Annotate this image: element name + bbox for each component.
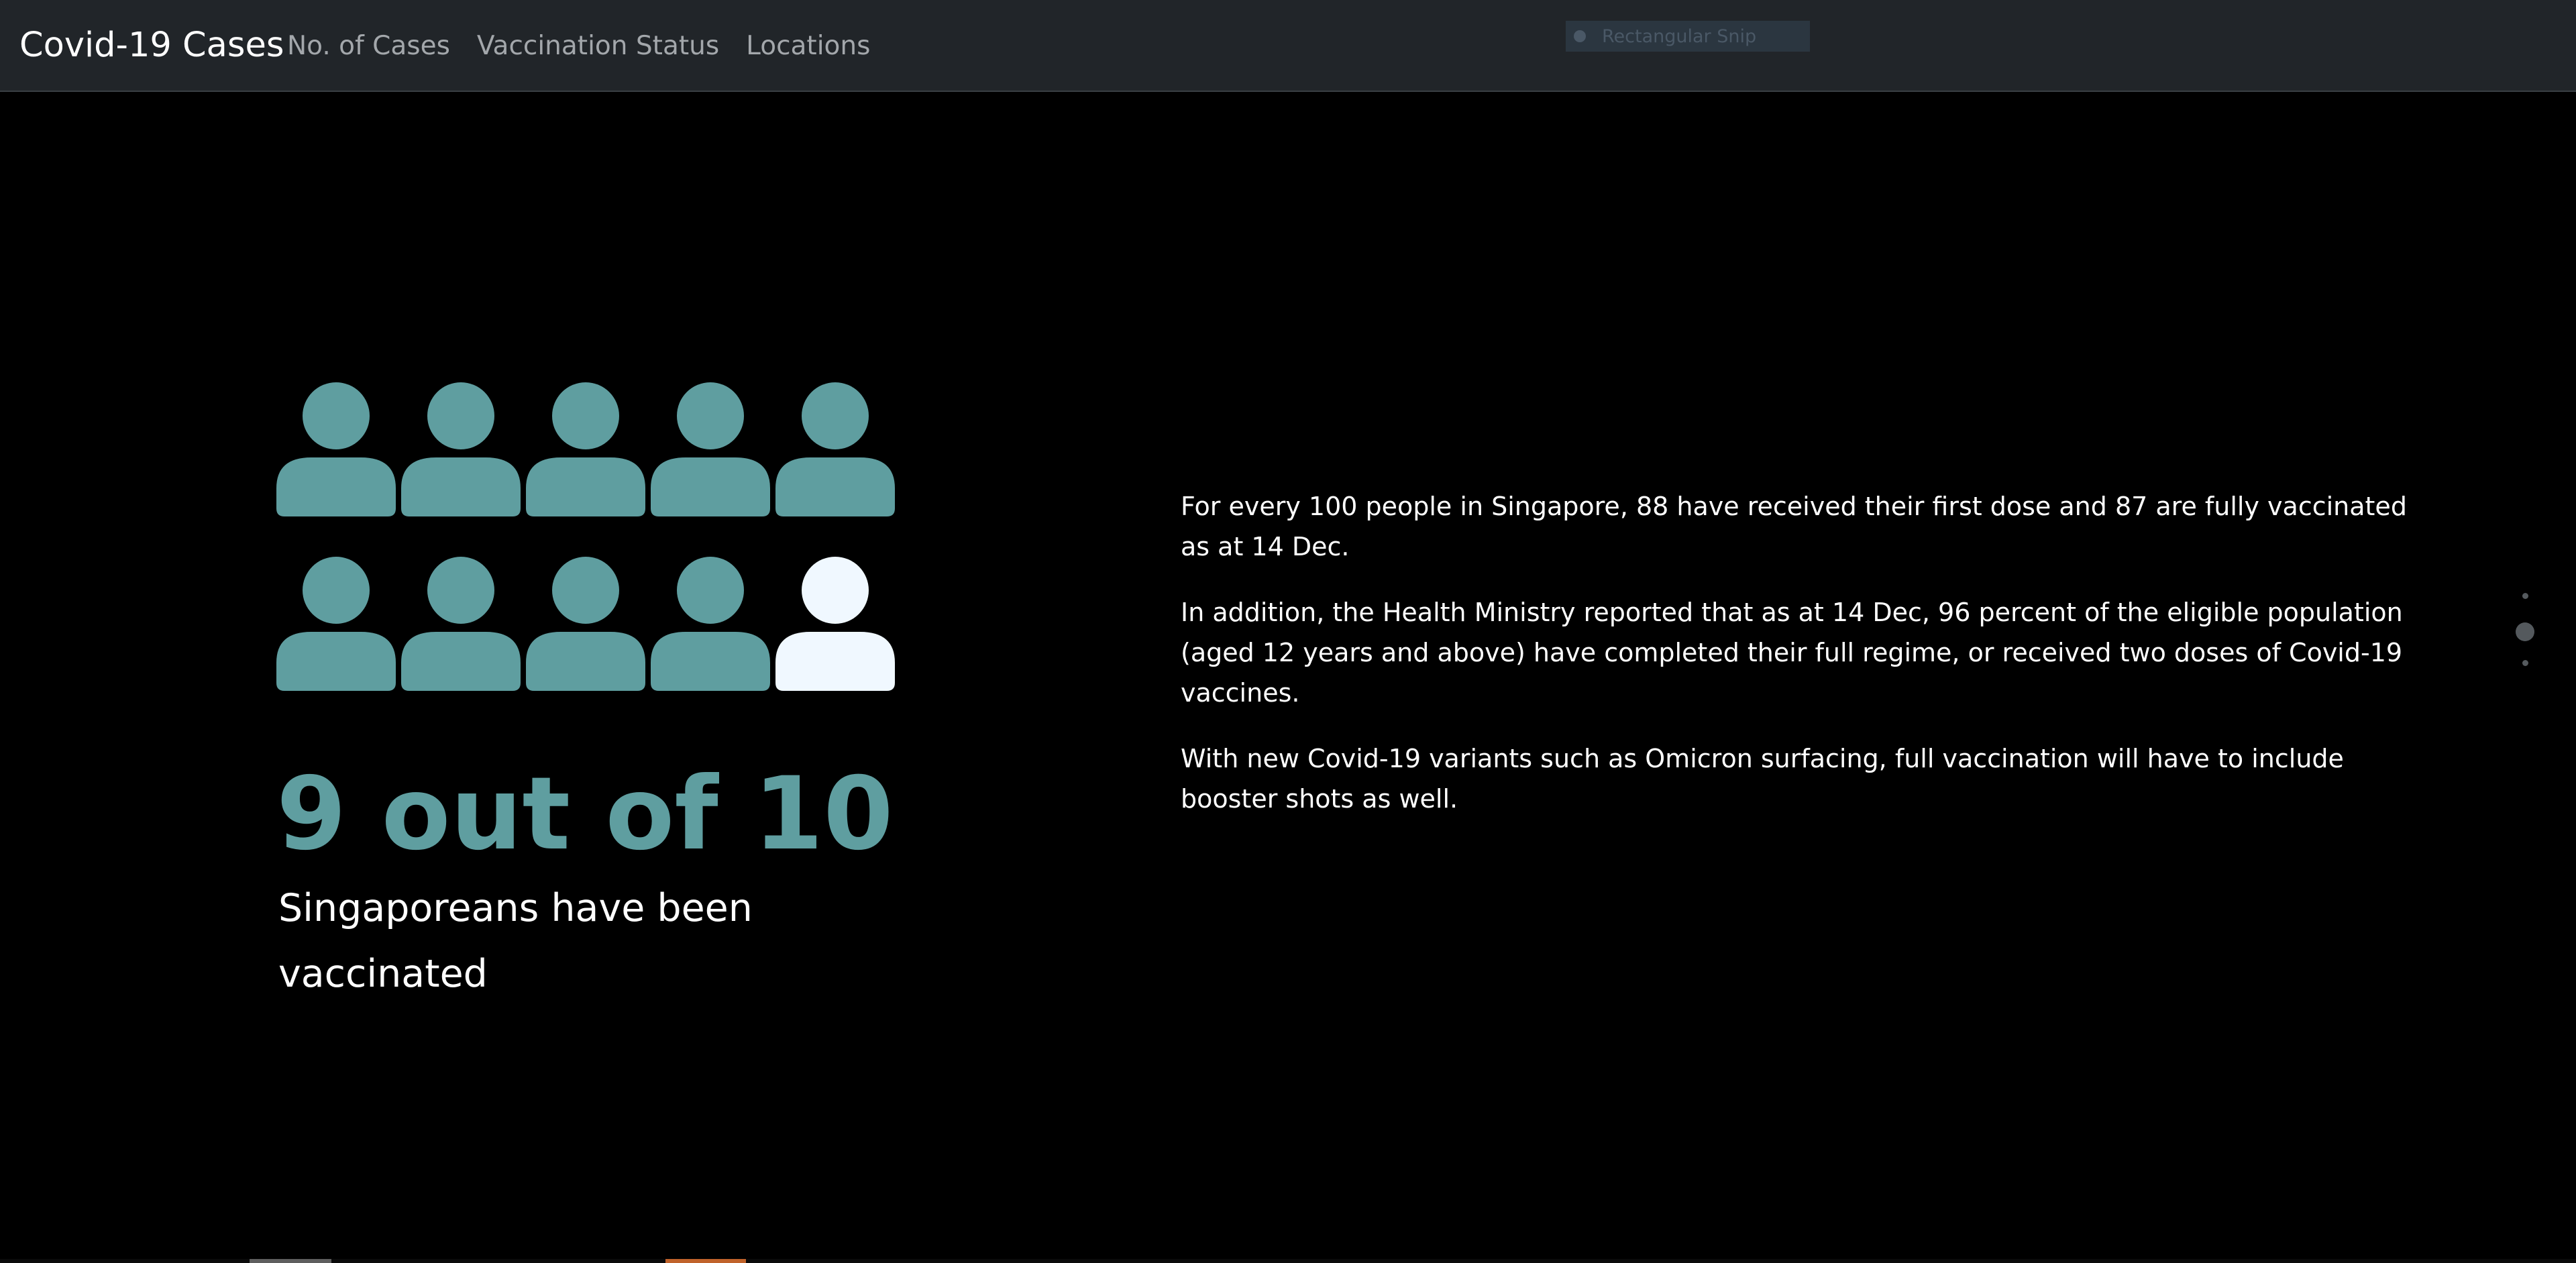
nav-links: No. of Cases Vaccination Status Location… — [287, 30, 870, 62]
person-vaccinated-icon — [775, 382, 895, 516]
article-paragraph-first-dose: For every 100 people in Singapore, 88 ha… — [1181, 492, 2407, 561]
nav-link-cases[interactable]: No. of Cases — [287, 30, 450, 62]
nav-link-locations[interactable]: Locations — [746, 30, 870, 62]
snip-label: Rectangular Snip — [1602, 25, 1757, 47]
person-vaccinated-icon — [276, 557, 396, 691]
vaccination-caption: Singaporeans have been vaccinated — [278, 886, 753, 996]
vaccination-headline: 9 out of 10 — [276, 756, 894, 873]
pagination-dot[interactable] — [2522, 660, 2528, 666]
bottom-edge-mark-accent — [665, 1259, 746, 1263]
pagination-dot[interactable] — [2522, 593, 2528, 599]
person-vaccinated-icon — [401, 382, 521, 516]
person-unvaccinated-icon — [775, 557, 895, 691]
person-vaccinated-icon — [651, 557, 770, 691]
brand-title[interactable]: Covid-19 Cases — [19, 25, 284, 66]
slide-pagination — [2509, 584, 2542, 671]
person-vaccinated-icon — [651, 382, 770, 516]
rectangular-snip-overlay[interactable]: Rectangular Snip — [1566, 21, 1810, 52]
bottom-edge-mark — [250, 1259, 331, 1263]
top-navbar: Covid-19 Cases No. of Cases Vaccination … — [0, 0, 2576, 92]
person-vaccinated-icon — [276, 382, 396, 516]
article-text: For every 100 people in Singapore, 88 ha… — [1181, 486, 2428, 844]
person-vaccinated-icon — [526, 557, 645, 691]
pagination-dot-active[interactable] — [2516, 622, 2534, 641]
nav-link-vaccination-status[interactable]: Vaccination Status — [477, 30, 719, 62]
bottom-edge-strip — [0, 1259, 2576, 1263]
article-paragraph-eligible-population: In addition, the Health Ministry reporte… — [1181, 598, 2403, 708]
person-vaccinated-icon — [526, 382, 645, 516]
snip-icon — [1574, 30, 1586, 42]
person-vaccinated-icon — [401, 557, 521, 691]
article-paragraph-booster: With new Covid-19 variants such as Omicr… — [1181, 744, 2344, 814]
vaccination-people-grid — [276, 382, 900, 694]
